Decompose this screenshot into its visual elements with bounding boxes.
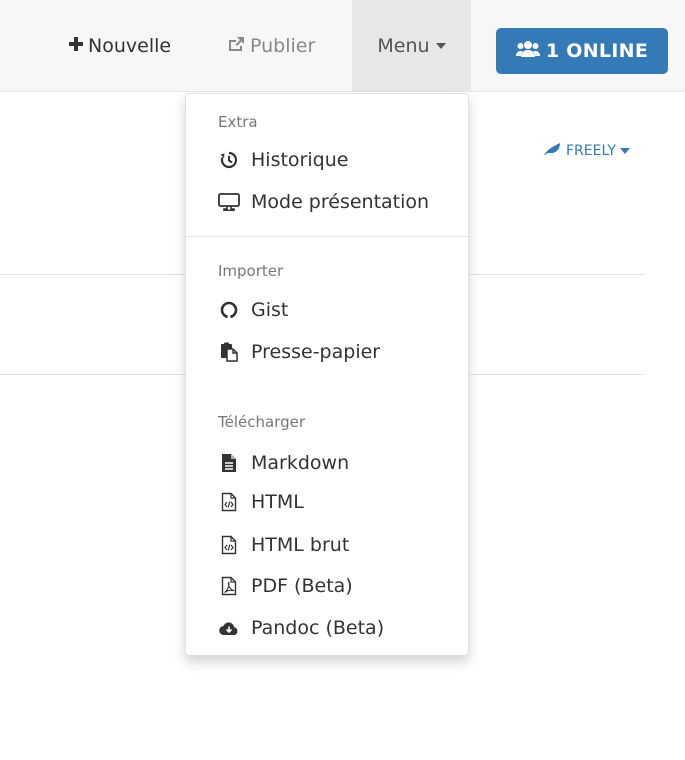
top-navbar: Nouvelle Publier Menu 1 ONLINE (0, 0, 685, 92)
cloud-download-icon (218, 618, 240, 638)
menu-item-clipboard[interactable]: Presse-papier (218, 337, 380, 367)
pandoc-label: Pandoc (Beta) (251, 617, 385, 639)
menu-item-html[interactable]: HTML (218, 487, 304, 517)
menu-item-pandoc[interactable]: Pandoc (Beta) (218, 613, 384, 643)
menu-dropdown: Extra Historique Mode présentation Impor… (185, 93, 469, 656)
online-count-label: 1 ONLINE (545, 40, 649, 62)
leaf-icon (542, 142, 562, 160)
history-label: Historique (251, 149, 349, 171)
permission-dropdown[interactable]: FREELY (542, 142, 630, 160)
import-section-header: Importer (218, 262, 284, 280)
github-icon (218, 300, 240, 320)
publish-button[interactable]: Publier (228, 0, 315, 92)
history-icon (218, 150, 240, 170)
presentation-label: Mode présentation (251, 191, 430, 213)
permission-label: FREELY (566, 143, 616, 159)
download-section-header: Télécharger (218, 413, 306, 431)
file-code-icon (218, 492, 240, 512)
gist-label: Gist (251, 299, 289, 321)
menu-item-pdf[interactable]: PDF (Beta) (218, 571, 353, 601)
file-text-icon (218, 453, 240, 473)
file-code-icon (218, 535, 240, 555)
html-label: HTML (251, 491, 304, 513)
menu-item-gist[interactable]: Gist (218, 295, 288, 325)
caret-down-icon (619, 148, 630, 154)
publish-label: Publier (250, 35, 316, 57)
pdf-label: PDF (Beta) (251, 575, 353, 597)
new-note-label: Nouvelle (88, 35, 172, 57)
plus-icon (68, 35, 88, 57)
clipboard-icon (218, 342, 240, 362)
menu-item-raw-html[interactable]: HTML brut (218, 530, 349, 560)
menu-item-history[interactable]: Historique (218, 145, 348, 175)
file-pdf-icon (218, 576, 240, 596)
menu-item-markdown[interactable]: Markdown (218, 448, 349, 478)
menu-divider (186, 236, 468, 237)
new-note-button[interactable]: Nouvelle (68, 0, 171, 92)
markdown-label: Markdown (251, 452, 350, 474)
menu-dropdown-toggle[interactable]: Menu (352, 0, 471, 92)
online-users-button[interactable]: 1 ONLINE (496, 28, 668, 74)
desktop-icon (218, 192, 240, 212)
users-icon (515, 40, 546, 63)
share-icon (228, 35, 250, 57)
menu-item-presentation[interactable]: Mode présentation (218, 187, 429, 217)
menu-label: Menu (377, 35, 430, 57)
clipboard-label: Presse-papier (251, 341, 381, 363)
caret-down-icon (435, 43, 446, 49)
raw-html-label: HTML brut (251, 534, 350, 556)
extra-section-header: Extra (218, 113, 258, 131)
